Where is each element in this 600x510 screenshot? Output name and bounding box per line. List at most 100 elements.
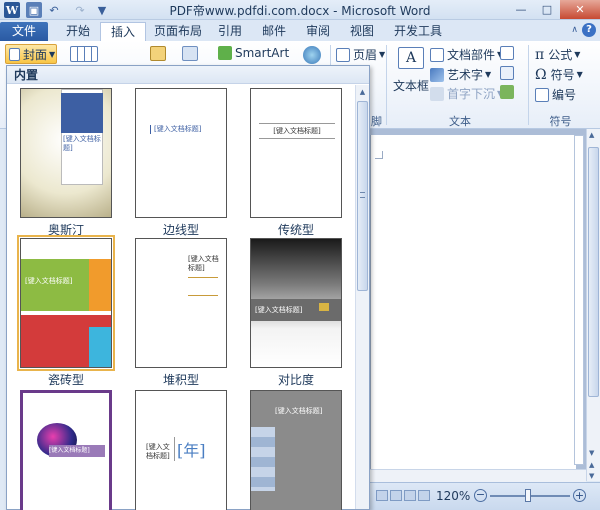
symbol-button[interactable]: Ω 符号 ▼ bbox=[535, 66, 583, 83]
close-window-button[interactable]: ✕ bbox=[560, 0, 600, 19]
zoom-slider-thumb[interactable] bbox=[525, 489, 531, 502]
numbering-icon bbox=[535, 87, 549, 102]
vertical-ruler bbox=[574, 135, 584, 465]
header-label: 页眉 bbox=[353, 48, 378, 62]
signature-line-button[interactable] bbox=[500, 46, 517, 60]
cover-item-7[interactable]: [键入文档标题] bbox=[20, 390, 112, 510]
document-horizontal-scrollbar[interactable] bbox=[370, 469, 586, 482]
full-screen-reading-icon[interactable] bbox=[390, 490, 402, 501]
tab-home[interactable]: 开始 bbox=[56, 22, 100, 41]
ribbon-separator bbox=[528, 45, 529, 125]
minimize-ribbon-icon[interactable]: ∧ bbox=[571, 25, 578, 35]
cover-page-button[interactable]: 封面 ▼ bbox=[5, 44, 57, 64]
drop-cap-button[interactable]: 首字下沉 ▼ bbox=[430, 85, 503, 102]
web-layout-icon[interactable] bbox=[404, 490, 416, 501]
header-button[interactable]: 页眉 ▼ bbox=[336, 46, 385, 63]
quick-parts-button[interactable]: 文档部件 ▼ bbox=[430, 46, 503, 63]
cover-title-text: [键入文档标题] bbox=[63, 135, 101, 152]
numbering-button[interactable]: 编号 bbox=[535, 86, 576, 103]
tab-mailings[interactable]: 邮件 bbox=[252, 22, 296, 41]
ribbon-separator bbox=[386, 45, 387, 125]
cover-item-sideline[interactable]: [键入文档标题] 边线型 bbox=[135, 88, 227, 238]
chevron-down-icon: ▼ bbox=[379, 50, 386, 59]
table-icon bbox=[70, 46, 98, 62]
text-box-icon: A bbox=[398, 47, 424, 69]
zoom-out-button[interactable]: − bbox=[474, 489, 487, 502]
clip-art-button[interactable] bbox=[182, 46, 201, 61]
document-vertical-scrollbar[interactable]: ▲ ▼ ▲ ▼ bbox=[586, 129, 600, 481]
page-corner-mark bbox=[375, 151, 383, 159]
cover-item-conservative[interactable]: [键入文档标题] 传统型 bbox=[250, 88, 342, 238]
minimize-window-button[interactable]: — bbox=[508, 0, 534, 19]
text-box-button[interactable]: A 文本框 bbox=[393, 47, 429, 94]
object-button[interactable] bbox=[500, 85, 517, 99]
cover-item-label: 传统型 bbox=[277, 223, 314, 237]
hyperlink-button[interactable] bbox=[303, 46, 324, 64]
smartart-icon bbox=[218, 46, 232, 60]
scroll-up-icon[interactable]: ▲ bbox=[356, 85, 369, 99]
gallery-section-header: 内置 bbox=[7, 66, 369, 84]
zoom-in-button[interactable]: + bbox=[573, 489, 586, 502]
cover-title-text: [键入文档标题] bbox=[146, 443, 170, 460]
signature-icon bbox=[500, 46, 514, 60]
cover-decoration bbox=[251, 427, 275, 491]
cover-item-8[interactable]: [键入文档标题] [年] bbox=[135, 390, 227, 510]
cover-decoration bbox=[89, 259, 111, 311]
cover-item-austin[interactable]: [键入文档标题] 奥斯汀 bbox=[20, 88, 112, 238]
tab-review[interactable]: 审阅 bbox=[296, 22, 340, 41]
cover-item-label: 堆积型 bbox=[162, 373, 199, 387]
quick-parts-label: 文档部件 bbox=[447, 48, 496, 62]
picture-button[interactable] bbox=[150, 46, 169, 61]
outline-view-icon[interactable] bbox=[418, 490, 430, 501]
zoom-level[interactable]: 120% bbox=[436, 489, 470, 503]
previous-page-icon[interactable]: ▲ bbox=[589, 461, 594, 469]
scroll-up-icon[interactable]: ▲ bbox=[589, 131, 594, 139]
cover-decoration bbox=[61, 93, 103, 133]
cover-item-label: 边线型 bbox=[162, 223, 199, 237]
text-group-label: 文本 bbox=[449, 115, 471, 128]
table-button[interactable] bbox=[70, 46, 101, 62]
scroll-down-icon[interactable]: ▼ bbox=[589, 449, 594, 457]
help-icon[interactable]: ? bbox=[582, 23, 596, 37]
cover-item-contrast[interactable]: [键入文档标题] 对比度 bbox=[250, 238, 342, 388]
numbering-label: 编号 bbox=[552, 88, 577, 102]
cover-item-label: 对比度 bbox=[277, 373, 314, 387]
cover-thumbnail: [键入文档标题] bbox=[250, 390, 342, 510]
next-page-icon[interactable]: ▼ bbox=[589, 472, 594, 480]
tab-page-layout[interactable]: 页面布局 bbox=[144, 22, 212, 41]
globe-icon bbox=[303, 46, 321, 64]
cover-decoration bbox=[188, 277, 218, 278]
tab-view[interactable]: 视图 bbox=[340, 22, 384, 41]
cover-item-stacks[interactable]: [键入文档标题] 堆积型 bbox=[135, 238, 227, 388]
date-time-button[interactable] bbox=[500, 66, 517, 80]
print-layout-view-icon[interactable] bbox=[376, 490, 388, 501]
smartart-button[interactable]: SmartArt bbox=[218, 46, 289, 60]
picture-icon bbox=[150, 46, 166, 61]
pi-icon: π bbox=[535, 46, 545, 63]
gallery-scrollbar[interactable]: ▲ bbox=[355, 85, 369, 509]
tab-references[interactable]: 引用 bbox=[208, 22, 252, 41]
cover-title-text: [键入文档标题] bbox=[25, 277, 73, 285]
quick-parts-icon bbox=[430, 47, 444, 62]
cover-title-text: [键入文档标题] bbox=[188, 255, 219, 272]
ribbon-tab-bar: 文件 开始 插入 页面布局 引用 邮件 审阅 视图 开发工具 ∧ ? bbox=[0, 20, 600, 41]
maximize-window-button[interactable]: □ bbox=[534, 0, 560, 19]
cover-item-tiles[interactable]: [键入文档标题] 瓷砖型 bbox=[17, 235, 115, 388]
smartart-label: SmartArt bbox=[235, 46, 290, 60]
tab-file[interactable]: 文件 bbox=[0, 22, 48, 41]
header-icon bbox=[336, 47, 350, 62]
tab-insert[interactable]: 插入 bbox=[100, 22, 147, 41]
document-scroll-thumb[interactable] bbox=[588, 147, 599, 397]
gallery-scroll-thumb[interactable] bbox=[357, 101, 368, 291]
tab-developer[interactable]: 开发工具 bbox=[384, 22, 452, 41]
cover-item-label: 奥斯汀 bbox=[47, 223, 84, 237]
cover-title-text: [键入文档标题] bbox=[275, 407, 323, 415]
cover-item-9[interactable]: [键入文档标题] bbox=[250, 390, 342, 510]
cover-decoration bbox=[319, 303, 329, 311]
object-icon bbox=[500, 85, 514, 99]
cover-thumbnail: [键入文档标题] bbox=[20, 88, 112, 218]
document-page[interactable] bbox=[370, 135, 576, 481]
cover-title-text: [键入文档标题] bbox=[150, 125, 216, 134]
equation-button[interactable]: π 公式 ▼ bbox=[535, 46, 580, 63]
wordart-button[interactable]: 艺术字 ▼ bbox=[430, 66, 491, 83]
